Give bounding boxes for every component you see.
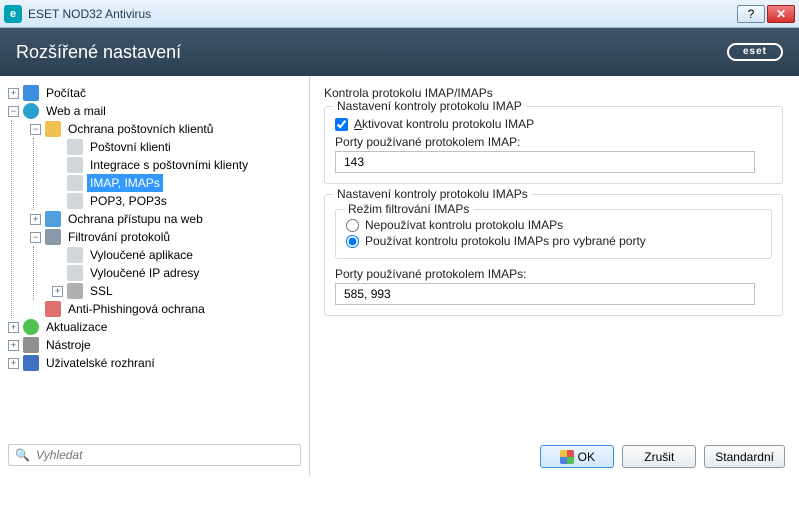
search-icon: 🔍 (15, 448, 30, 462)
tree-item-mail-integration[interactable]: Integrace s poštovními klienty (50, 156, 305, 174)
search-container: 🔍 (8, 444, 301, 466)
tree-label: Počítač (43, 84, 89, 102)
imap-ports-label: Porty používané protokolem IMAP: (335, 135, 772, 149)
content-pane: Kontrola protokolu IMAP/IMAPs Nastavení … (310, 76, 799, 476)
app-icon: e (4, 5, 22, 23)
close-button[interactable]: ✕ (767, 5, 795, 23)
doc-icon (67, 193, 83, 209)
button-label: OK (578, 450, 595, 464)
tree-label: Integrace s poštovními klienty (87, 156, 251, 174)
filter-icon (45, 229, 61, 245)
tools-icon (23, 337, 39, 353)
expand-icon[interactable]: + (8, 322, 19, 333)
tree-item-tools[interactable]: + Nástroje (6, 336, 305, 354)
subgroup-title: Režim filtrování IMAPs (344, 202, 473, 216)
web-icon (45, 211, 61, 227)
expand-icon[interactable]: + (8, 340, 19, 351)
button-label: Standardní (715, 450, 774, 464)
tree-item-computer[interactable]: + Počítač (6, 84, 305, 102)
imaps-radio-off[interactable]: Nepoužívat kontrolu protokolu IMAPs (346, 218, 761, 232)
expand-icon[interactable]: + (8, 358, 19, 369)
tree-item-excluded-ips[interactable]: Vyloučené IP adresy (50, 264, 305, 282)
tree-label-selected: IMAP, IMAPs (87, 174, 163, 192)
settings-tree[interactable]: + Počítač − Web a mail − (4, 84, 305, 438)
default-button[interactable]: Standardní (704, 445, 785, 468)
window-title: ESET NOD32 Antivirus (28, 7, 735, 21)
search-input[interactable] (36, 448, 294, 462)
help-button[interactable]: ? (737, 5, 765, 23)
tree-item-mail-protection[interactable]: − Ochrana poštovních klientů (28, 120, 305, 138)
imap-enable-checkbox[interactable]: Aktivovat kontrolu protokolu IMAP (335, 117, 772, 131)
checkbox-input[interactable] (335, 118, 348, 131)
tree-label: Web a mail (43, 102, 109, 120)
computer-icon (23, 85, 39, 101)
tree-label: POP3, POP3s (87, 192, 170, 210)
header: Rozšířené nastavení eset (0, 28, 799, 76)
group-title: Nastavení kontroly protokolu IMAP (333, 99, 526, 113)
tree-item-protocol-filtering[interactable]: − Filtrování protokolů (28, 228, 305, 246)
uac-shield-icon (560, 450, 574, 464)
doc-icon (67, 139, 83, 155)
dialog-buttons: OK Zrušit Standardní (540, 445, 785, 468)
group-title: Nastavení kontroly protokolu IMAPs (333, 187, 532, 201)
cancel-button[interactable]: Zrušit (622, 445, 696, 468)
tree-item-ssl[interactable]: + SSL (50, 282, 305, 300)
tree-label: Uživatelské rozhraní (43, 354, 158, 372)
tree-label: Aktualizace (43, 318, 110, 336)
collapse-icon[interactable]: − (8, 106, 19, 117)
tree-item-ui[interactable]: + Uživatelské rozhraní (6, 354, 305, 372)
button-label: Zrušit (644, 450, 674, 464)
imaps-ports-input[interactable] (335, 283, 755, 305)
doc-icon (67, 247, 83, 263)
tree-label: Vyloučené IP adresy (87, 264, 202, 282)
radio-label: Používat kontrolu protokolu IMAPs pro vy… (365, 234, 646, 248)
tree-item-imap[interactable]: IMAP, IMAPs (50, 174, 305, 192)
tree-item-excluded-apps[interactable]: Vyloučené aplikace (50, 246, 305, 264)
doc-icon (67, 157, 83, 173)
imaps-mode-group: Režim filtrování IMAPs Nepoužívat kontro… (335, 209, 772, 259)
tree-label: Anti-Phishingová ochrana (65, 300, 208, 318)
refresh-icon (23, 319, 39, 335)
checkbox-label: Aktivovat kontrolu protokolu IMAP (354, 117, 534, 131)
imaps-settings-group: Nastavení kontroly protokolu IMAPs Režim… (324, 194, 783, 316)
mail-icon (45, 121, 61, 137)
doc-icon (67, 265, 83, 281)
tree-label: Filtrování protokolů (65, 228, 173, 246)
page-title: Rozšířené nastavení (16, 42, 181, 63)
shield-icon (45, 301, 61, 317)
expand-icon[interactable]: + (8, 88, 19, 99)
tree-item-mail-clients[interactable]: Poštovní klienti (50, 138, 305, 156)
radio-label: Nepoužívat kontrolu protokolu IMAPs (365, 218, 563, 232)
tree-item-web-mail[interactable]: − Web a mail (6, 102, 305, 120)
doc-icon (67, 175, 83, 191)
tree-label: Nástroje (43, 336, 94, 354)
monitor-icon (23, 355, 39, 371)
sidebar: + Počítač − Web a mail − (0, 76, 310, 476)
globe-icon (23, 103, 39, 119)
tree-label: Ochrana poštovních klientů (65, 120, 216, 138)
tree-item-pop3[interactable]: POP3, POP3s (50, 192, 305, 210)
tree-item-update[interactable]: + Aktualizace (6, 318, 305, 336)
tree-item-antiphishing[interactable]: Anti-Phishingová ochrana (28, 300, 305, 318)
tree-label: Ochrana přístupu na web (65, 210, 206, 228)
brand-logo: eset (727, 43, 783, 61)
imap-ports-input[interactable] (335, 151, 755, 173)
titlebar: e ESET NOD32 Antivirus ? ✕ (0, 0, 799, 28)
radio-input[interactable] (346, 219, 359, 232)
tree-label: SSL (87, 282, 116, 300)
ok-button[interactable]: OK (540, 445, 614, 468)
imap-settings-group: Nastavení kontroly protokolu IMAP Aktivo… (324, 106, 783, 184)
tree-label: Poštovní klienti (87, 138, 174, 156)
imaps-radio-on[interactable]: Používat kontrolu protokolu IMAPs pro vy… (346, 234, 761, 248)
lock-icon (67, 283, 83, 299)
collapse-icon[interactable]: − (30, 124, 41, 135)
radio-input[interactable] (346, 235, 359, 248)
tree-label: Vyloučené aplikace (87, 246, 196, 264)
expand-icon[interactable]: + (52, 286, 63, 297)
tree-item-web-access[interactable]: + Ochrana přístupu na web (28, 210, 305, 228)
content-title: Kontrola protokolu IMAP/IMAPs (324, 86, 783, 100)
collapse-icon[interactable]: − (30, 232, 41, 243)
expand-icon[interactable]: + (30, 214, 41, 225)
imaps-ports-label: Porty používané protokolem IMAPs: (335, 267, 772, 281)
